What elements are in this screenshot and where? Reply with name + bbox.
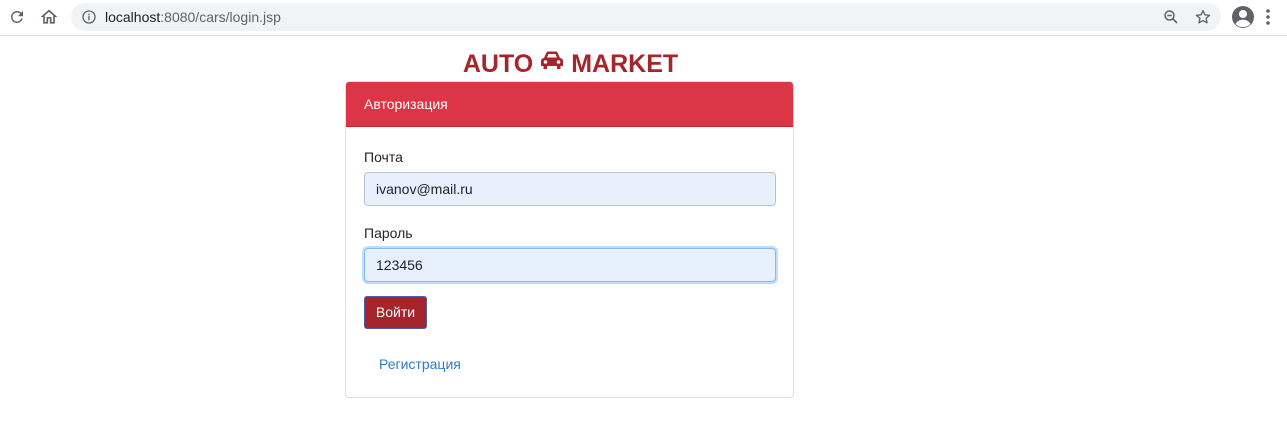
password-label: Пароль [364,225,413,241]
email-field[interactable] [364,172,776,206]
brand-title: AUTO MARKET [346,48,795,80]
login-card: Авторизация Почта Пароль Войти Регистрац… [345,81,794,398]
address-bar[interactable]: localhost:8080/cars/login.jsp [71,3,1221,31]
register-link[interactable]: Регистрация [379,355,461,373]
brand-text-left: AUTO [462,50,534,78]
url-path: :8080/cars/login.jsp [160,9,281,25]
password-field[interactable] [364,248,776,282]
card-header: Авторизация [346,82,793,127]
url-text: localhost:8080/cars/login.jsp [105,9,281,25]
login-button[interactable]: Войти [364,296,427,329]
url-host: localhost [105,9,161,25]
email-label: Почта [364,149,403,165]
info-icon[interactable] [81,9,97,25]
account-icon[interactable] [1230,4,1256,30]
more-vert-icon[interactable] [1258,4,1278,30]
star-icon[interactable] [1193,7,1213,27]
reload-icon[interactable] [4,4,30,30]
zoom-icon[interactable] [1161,7,1181,27]
browser-toolbar: localhost:8080/cars/login.jsp [0,0,1287,36]
car-icon [539,46,565,78]
home-icon[interactable] [36,4,62,30]
brand-text-right: MARKET [571,50,679,78]
